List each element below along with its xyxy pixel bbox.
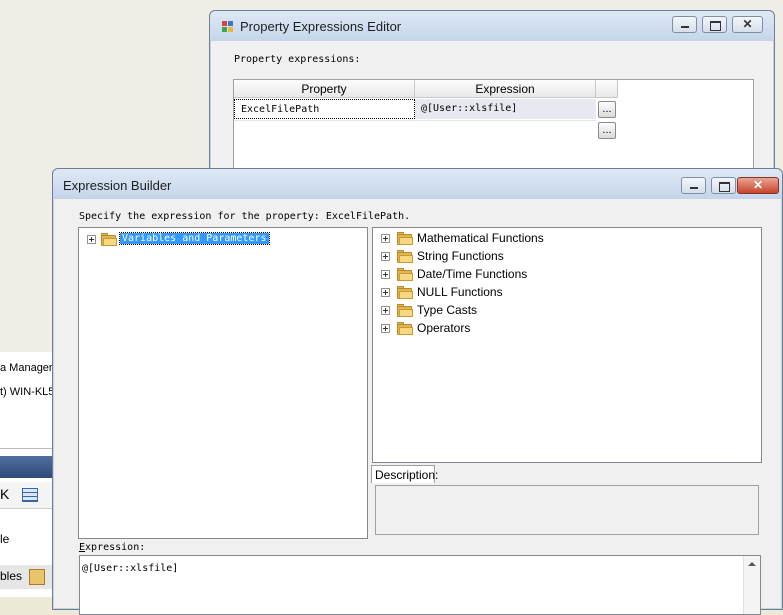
bg-app-close-icon[interactable]: K bbox=[0, 486, 9, 502]
folder-icon bbox=[397, 250, 413, 263]
grid-cell-property[interactable]: ExcelFilePath bbox=[234, 99, 415, 119]
property-editor-titlebar[interactable]: Property Expressions Editor ✕ bbox=[210, 11, 774, 41]
bg-app-toolbar: K bbox=[0, 482, 55, 509]
minimize-icon bbox=[690, 187, 698, 189]
expression-builder-prompt: Specify the expression for the property:… bbox=[79, 211, 411, 222]
property-editor-close-button[interactable]: ✕ bbox=[732, 16, 763, 33]
folder-icon bbox=[397, 286, 413, 299]
bg-app-tab-label: bles bbox=[0, 569, 23, 583]
folder-icon bbox=[397, 268, 413, 281]
property-editor-maximize-button[interactable] bbox=[702, 16, 727, 33]
tree-item-label: Variables and Parameters bbox=[119, 232, 270, 245]
property-expressions-grid: Property Expression ExcelFilePath @[User… bbox=[233, 79, 754, 181]
expand-icon[interactable] bbox=[381, 306, 390, 315]
bg-app-tab-icon bbox=[29, 569, 45, 585]
bg-app-row-server[interactable]: t) WIN-KL5 bbox=[0, 386, 54, 398]
close-icon: ✕ bbox=[742, 17, 753, 31]
maximize-icon bbox=[719, 182, 730, 192]
expression-builder-minimize-button[interactable] bbox=[681, 177, 706, 194]
folder-icon bbox=[397, 322, 413, 335]
description-box bbox=[375, 485, 759, 535]
bg-app-header-bar bbox=[0, 456, 55, 478]
folder-open-icon bbox=[101, 233, 117, 246]
grid-header-expression[interactable]: Expression bbox=[415, 80, 596, 98]
property-expressions-editor-window: Property Expressions Editor ✕ Property e… bbox=[209, 10, 775, 192]
grid-cell-expression[interactable]: @[User::xlsfile] bbox=[415, 99, 596, 119]
background-app-window: a Managers t) WIN-KL5 K le bles bbox=[0, 352, 55, 597]
close-icon: ✕ bbox=[752, 178, 764, 192]
property-editor-title: Property Expressions Editor bbox=[240, 19, 402, 34]
property-expressions-label: Property expressions: bbox=[234, 54, 361, 65]
maximize-icon bbox=[710, 21, 721, 31]
property-editor-minimize-button[interactable] bbox=[672, 16, 697, 33]
grid-cell-property-empty[interactable] bbox=[234, 120, 415, 140]
minimize-icon bbox=[681, 26, 689, 28]
expression-textarea[interactable]: @[User::xlsfile] bbox=[79, 555, 761, 615]
grid-cell-expression-empty[interactable] bbox=[415, 120, 596, 140]
functions-tree-panel[interactable]: Mathematical Functions String Functions … bbox=[372, 227, 762, 463]
expression-builder-window: Expression Builder ✕ Specify the express… bbox=[52, 168, 783, 615]
expression-builder-titlebar[interactable]: Expression Builder ✕ bbox=[53, 169, 782, 199]
folder-icon bbox=[397, 232, 413, 245]
variables-tree-panel[interactable]: Variables and Parameters bbox=[78, 227, 368, 539]
expand-icon[interactable] bbox=[381, 234, 390, 243]
description-label: Description: bbox=[371, 465, 438, 483]
expression-scrollbar[interactable] bbox=[743, 556, 760, 614]
tree-item-label: Type Casts bbox=[417, 303, 478, 317]
bg-app-row-managers[interactable]: a Managers bbox=[0, 362, 55, 374]
bg-app-grid-icon[interactable] bbox=[22, 488, 38, 502]
property-editor-app-icon bbox=[222, 21, 234, 33]
bg-app-divider bbox=[0, 448, 55, 449]
scroll-up-icon[interactable] bbox=[748, 562, 756, 566]
expand-icon[interactable] bbox=[381, 252, 390, 261]
tree-item-label: Mathematical Functions bbox=[417, 231, 544, 245]
expand-icon[interactable] bbox=[87, 235, 96, 244]
tree-item-label: Operators bbox=[417, 321, 471, 335]
expression-builder-close-button[interactable]: ✕ bbox=[737, 177, 779, 194]
bg-app-tab[interactable]: bles bbox=[0, 565, 55, 589]
grid-header-spacer bbox=[596, 80, 618, 98]
expression-builder-title: Expression Builder bbox=[63, 178, 172, 193]
folder-icon bbox=[397, 304, 413, 317]
tree-item-label: Date/Time Functions bbox=[417, 267, 528, 281]
bg-app-field-text[interactable]: le bbox=[0, 532, 9, 546]
expression-text: @[User::xlsfile] bbox=[82, 563, 179, 574]
tree-item-label: NULL Functions bbox=[417, 285, 503, 299]
expand-icon[interactable] bbox=[381, 270, 390, 279]
expand-icon[interactable] bbox=[381, 288, 390, 297]
tree-item-label: String Functions bbox=[417, 249, 504, 263]
grid-header-property[interactable]: Property bbox=[234, 80, 415, 98]
expand-icon[interactable] bbox=[381, 324, 390, 333]
expression-label: Expression: bbox=[79, 542, 146, 553]
grid-row2-ellipsis-button[interactable]: ... bbox=[598, 122, 616, 139]
grid-row1-ellipsis-button[interactable]: ... bbox=[598, 101, 616, 118]
expression-builder-maximize-button[interactable] bbox=[711, 177, 736, 194]
